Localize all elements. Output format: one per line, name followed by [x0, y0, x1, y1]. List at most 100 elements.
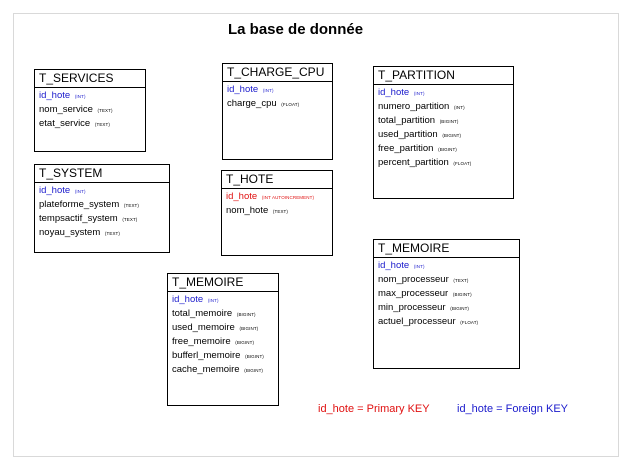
field-type: (INT)	[207, 298, 219, 303]
field-type: (TEXT)	[122, 217, 138, 222]
field-type: (FLOAT)	[281, 102, 300, 107]
field-type: (TEXT)	[97, 108, 113, 113]
field-row: plateforme_system (TEXT)	[35, 198, 169, 212]
diagram-title: La base de donnée	[228, 21, 364, 38]
field-name: id_hote	[378, 87, 410, 98]
field-name: actuel_processeur	[378, 316, 456, 327]
field-row: percent_partition (FLOAT)	[374, 156, 513, 170]
table-services: T_SERVICES id_hote (INT) nom_service (TEXT…	[34, 69, 146, 152]
field-row: free_partition (BIGINT)	[374, 142, 513, 156]
table-system: T_SYSTEM id_hote (INT) plateforme_system (…	[34, 164, 170, 253]
field-row: nom_service (TEXT)	[35, 103, 145, 117]
field-type: (INT)	[413, 264, 425, 269]
field-name: nom_processeur	[378, 274, 449, 285]
field-type: (TEXT)	[104, 231, 121, 236]
field-name: nom_service	[39, 104, 93, 115]
field-type: (BIGINT)	[439, 119, 459, 124]
field-type: (TEXT)	[453, 278, 469, 283]
table-name: T_PARTITION	[374, 67, 513, 85]
field-name: id_hote	[378, 260, 410, 271]
field-type: (BIGINT)	[438, 147, 457, 152]
field-type: (INT AUTOINCREMENT)	[261, 195, 315, 200]
field-name: id_hote	[227, 84, 259, 95]
foreign-key-field: id_hote (INT)	[374, 86, 513, 100]
field-type: (TEXT)	[123, 203, 140, 208]
table-name: T_MEMOIRE	[168, 274, 278, 292]
field-name: percent_partition	[378, 157, 449, 168]
foreign-key-field: id_hote (INT)	[168, 293, 278, 307]
field-type: (BIGINT)	[452, 292, 472, 297]
field-type: (INT)	[413, 91, 425, 96]
legend-primary-key: id_hote = Primary KEY	[318, 403, 430, 415]
field-row: etat_service (TEXT)	[35, 117, 145, 131]
field-name: free_partition	[378, 143, 434, 154]
field-name: nom_hote	[226, 205, 269, 216]
field-row: used_memoire (BIGINT)	[168, 321, 278, 335]
field-row: total_memoire (BIGINT)	[168, 307, 278, 321]
field-type: (BIGINT)	[244, 368, 264, 373]
field-name: used_partition	[378, 129, 438, 140]
table-memoire-processeur: T_MEMOIRE id_hote (INT) nom_processeur (TE…	[373, 239, 520, 369]
field-name: id_hote	[39, 185, 71, 196]
field-name: tempsactif_system	[39, 213, 118, 224]
field-name: total_memoire	[172, 308, 233, 319]
field-type: (FLOAT)	[453, 161, 472, 166]
table-partition: T_PARTITION id_hote (INT) numero_partition…	[373, 66, 514, 199]
table-memoire: T_MEMOIRE id_hote (INT) total_memoire (BIG…	[167, 273, 279, 406]
field-name: etat_service	[39, 118, 91, 129]
field-type: (BIGINT)	[239, 326, 259, 331]
field-name: noyau_system	[39, 227, 101, 238]
field-row: actuel_processeur (FLOAT)	[374, 315, 519, 329]
field-row: charge_cpu (FLOAT)	[223, 97, 332, 111]
field-name: cache_memoire	[172, 364, 240, 375]
field-name: charge_cpu	[227, 98, 277, 109]
table-name: T_SERVICES	[35, 70, 145, 88]
field-name: total_partition	[378, 115, 436, 126]
field-row: numero_partition (INT)	[374, 100, 513, 114]
field-name: used_memoire	[172, 322, 235, 333]
field-name: bufferl_memoire	[172, 350, 241, 361]
field-type: (INT)	[74, 189, 86, 194]
table-name: T_HOTE	[222, 171, 332, 189]
field-name: free_memoire	[172, 336, 231, 347]
field-type: (BIGINT)	[235, 340, 255, 345]
table-hote: T_HOTE id_hote (INT AUTOINCREMENT) nom_hot…	[221, 170, 333, 256]
field-name: id_hote	[39, 90, 71, 101]
field-row: total_partition (BIGINT)	[374, 114, 513, 128]
field-type: (FLOAT)	[460, 320, 479, 325]
field-row: noyau_system (TEXT)	[35, 226, 169, 240]
table-name: T_CHARGE_CPU	[223, 64, 332, 82]
foreign-key-field: id_hote (INT)	[374, 259, 519, 273]
foreign-key-field: id_hote (INT)	[223, 83, 332, 97]
field-type: (INT)	[453, 105, 465, 110]
table-name: T_SYSTEM	[35, 165, 169, 183]
field-row: tempsactif_system (TEXT)	[35, 212, 169, 226]
field-name: id_hote	[226, 191, 258, 202]
field-type: (BIGINT)	[236, 312, 256, 317]
table-name: T_MEMOIRE	[374, 240, 519, 258]
field-row: cache_memoire (BIGINT)	[168, 363, 278, 377]
field-type: (INT)	[262, 88, 274, 93]
legend-foreign-key: id_hote = Foreign KEY	[457, 403, 568, 415]
primary-key-field: id_hote (INT AUTOINCREMENT)	[222, 190, 332, 204]
field-row: min_processeur (BIGINT)	[374, 301, 519, 315]
field-row: free_memoire (BIGINT)	[168, 335, 278, 349]
field-name: plateforme_system	[39, 199, 120, 210]
field-row: max_processeur (BIGINT)	[374, 287, 519, 301]
foreign-key-field: id_hote (INT)	[35, 184, 169, 198]
field-row: nom_processeur (TEXT)	[374, 273, 519, 287]
field-type: (TEXT)	[272, 209, 289, 214]
field-row: bufferl_memoire (BIGINT)	[168, 349, 278, 363]
field-row: nom_hote (TEXT)	[222, 204, 332, 218]
field-type: (TEXT)	[94, 122, 110, 127]
table-charge-cpu: T_CHARGE_CPU id_hote (INT) charge_cpu (FLO…	[222, 63, 333, 160]
field-type: (BIGINT)	[245, 354, 264, 359]
field-name: id_hote	[172, 294, 204, 305]
field-name: min_processeur	[378, 302, 446, 313]
field-type: (INT)	[74, 94, 86, 99]
field-name: numero_partition	[378, 101, 450, 112]
field-name: max_processeur	[378, 288, 449, 299]
field-type: (BIGINT)	[442, 133, 462, 138]
field-row: used_partition (BIGINT)	[374, 128, 513, 142]
foreign-key-field: id_hote (INT)	[35, 89, 145, 103]
